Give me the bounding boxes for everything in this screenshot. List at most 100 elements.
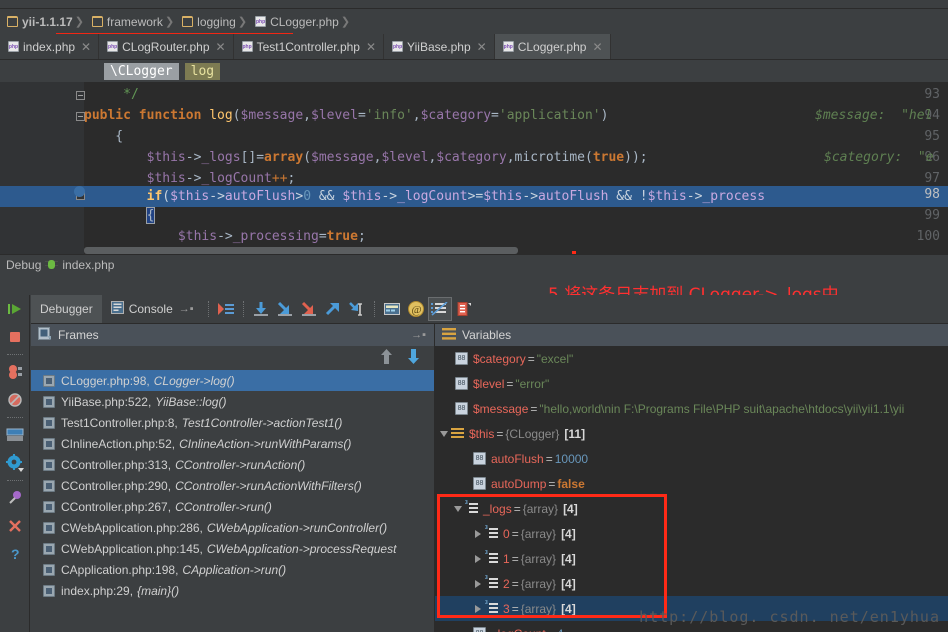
close-icon[interactable] [0,512,30,540]
breadcrumb-item-file[interactable]: CLogger.php ❯ [252,9,355,34]
table-row[interactable]: YiiBase.php:522, YiiBase::log() [31,391,434,412]
structure-class[interactable]: \CLogger [104,62,179,80]
mute-breakpoints-icon[interactable] [0,386,30,414]
evaluate-expression-icon[interactable] [380,297,404,321]
close-icon[interactable]: ✕ [216,41,226,53]
table-row[interactable]: Test1Controller.php:8, Test1Controller->… [31,412,434,433]
array-icon: 123 [465,501,478,515]
fold-gutter[interactable] [74,82,84,254]
breadcrumb-item-logging[interactable]: logging ❯ [179,9,252,34]
breadcrumb[interactable]: yii-1.1.17 ❯ framework ❯ logging ❯ CLogg… [0,9,948,35]
tab-debugger[interactable]: Debugger [31,295,102,323]
tab-console[interactable]: Console →▪ [102,295,203,323]
breadcrumb-item-framework[interactable]: framework ❯ [89,9,179,34]
frames-list[interactable]: CLogger.php:98, CLogger->log() YiiBase.p… [31,370,434,632]
editor-tab-bar[interactable]: index.php ✕ CLogRouter.php ✕ Test1Contro… [0,34,948,60]
variables-tree[interactable]: $category = "excel" $level = "error" $me… [435,346,948,632]
tab-yiibase-php[interactable]: YiiBase.php ✕ [384,34,495,59]
tab-label: Test1Controller.php [256,39,360,54]
pin-tab-icon[interactable] [0,484,30,512]
variable-value: false [557,476,585,491]
php-file-icon [43,563,55,576]
array-icon: 123 [485,576,498,590]
tab-clogger-php[interactable]: CLogger.php ✕ [494,34,611,59]
run-to-cursor-icon[interactable] [345,297,369,321]
settings-gear-icon[interactable] [0,449,30,477]
variable-row-logs[interactable]: 123 _logs = {array} [4] [435,496,948,521]
variable-type: {array} [520,576,557,591]
table-row[interactable]: CWebApplication.php:145, CWebApplication… [31,538,434,559]
table-row[interactable]: CController.php:267, CController->run() [31,496,434,517]
watches-icon[interactable]: @ [404,297,428,321]
debugger-toolbar[interactable]: Debugger Console →▪ @ [31,295,948,324]
table-row[interactable]: CController.php:313, CController->runAct… [31,454,434,475]
menu-bar[interactable] [0,0,948,9]
chevron-right-icon[interactable] [471,596,485,621]
variables-pane-header[interactable]: Variables [435,324,948,346]
pin-arrow-icon[interactable]: →▪ [411,329,426,341]
code-area[interactable]: 92 93 94 95 96 97 98 99 100 @return getL… [0,82,948,254]
chevron-down-icon[interactable] [437,421,451,446]
chevron-right-icon[interactable] [471,571,485,596]
tab-test1controller-php[interactable]: Test1Controller.php ✕ [233,34,385,59]
table-row[interactable]: CController.php:290, CController->runAct… [31,475,434,496]
frame-function: CController->runAction() [175,457,306,472]
breadcrumb-item-project[interactable]: yii-1.1.17 ❯ [4,9,89,34]
variable-row-logs-0[interactable]: 123 0 = {array} [4] [435,521,948,546]
resume-program-icon[interactable] [0,295,30,323]
pin-arrow-icon[interactable]: →▪ [179,303,194,315]
svg-text:@: @ [411,304,421,316]
variables-pane[interactable]: Variables $category = "excel" $level = "… [435,324,948,632]
table-row[interactable]: CLogger.php:98, CLogger->log() [31,370,434,391]
stop-icon[interactable] [0,323,30,351]
next-frame-icon[interactable] [407,349,420,367]
tab-clogrouter-php[interactable]: CLogRouter.php ✕ [99,34,234,59]
variable-row-autoflush[interactable]: autoFlush = 10000 [435,446,948,471]
frames-pane-header[interactable]: Frames →▪ [31,324,434,346]
equals-sign: = [506,376,514,391]
debug-panes: Frames →▪ CLogger.php:98, CLogger->log() [31,324,948,632]
restore-layout-icon[interactable] [0,421,30,449]
frames-toolbar[interactable] [31,346,434,370]
table-row[interactable]: CApplication.php:198, CApplication->run(… [31,559,434,580]
variable-row-message[interactable]: $message = "hello,world\nin F:\Programs … [435,396,948,421]
previous-frame-icon[interactable] [380,349,393,367]
frame-file: CWebApplication.php:286, [61,520,203,535]
variable-row-category[interactable]: $category = "excel" [435,346,948,371]
close-icon[interactable]: ✕ [592,41,602,53]
step-out-icon[interactable] [321,297,345,321]
table-row[interactable]: CInlineAction.php:52, CInlineAction->run… [31,433,434,454]
table-row[interactable]: index.php:29, {main}() [31,580,434,601]
close-icon[interactable]: ✕ [366,41,376,53]
debug-tool-window-header[interactable]: Debug index.php [0,254,948,274]
variable-row-this[interactable]: $this = {CLogger} [11] [435,421,948,446]
export-threads-icon[interactable] [452,297,476,321]
frames-pane[interactable]: Frames →▪ CLogger.php:98, CLogger->log() [31,324,435,632]
table-row[interactable]: CWebApplication.php:286, CWebApplication… [31,517,434,538]
variable-row-autodump[interactable]: autoDump = false [435,471,948,496]
step-into-icon[interactable] [273,297,297,321]
chevron-right-icon[interactable] [471,521,485,546]
frame-file: CApplication.php:198, [61,562,179,577]
frame-function: CWebApplication->runController() [206,520,388,535]
chevron-down-icon[interactable] [451,496,465,521]
close-icon[interactable]: ✕ [477,41,487,53]
editor-horizontal-scrollbar[interactable] [84,247,518,254]
view-breakpoints-icon[interactable] [0,358,30,386]
close-icon[interactable]: ✕ [81,41,91,53]
variable-value: 10000 [554,451,589,466]
variable-row-logs-1[interactable]: 123 1 = {array} [4] [435,546,948,571]
show-frames-icon[interactable] [427,297,452,321]
structure-method[interactable]: log [184,62,221,80]
step-over-icon[interactable] [249,297,273,321]
chevron-right-icon[interactable] [471,546,485,571]
structure-breadcrumb[interactable]: \CLogger log [0,60,948,82]
tab-index-php[interactable]: index.php ✕ [0,34,100,59]
variable-row-level[interactable]: $level = "error" [435,371,948,396]
debug-action-rail[interactable]: ? [0,295,30,632]
force-step-into-icon[interactable] [297,297,321,321]
show-execution-point-icon[interactable] [214,297,238,321]
variable-row-logs-2[interactable]: 123 2 = {array} [4] [435,571,948,596]
code-editor[interactable]: \CLogger log 92 93 94 95 96 97 98 99 100… [0,60,948,254]
help-icon[interactable]: ? [0,540,30,568]
